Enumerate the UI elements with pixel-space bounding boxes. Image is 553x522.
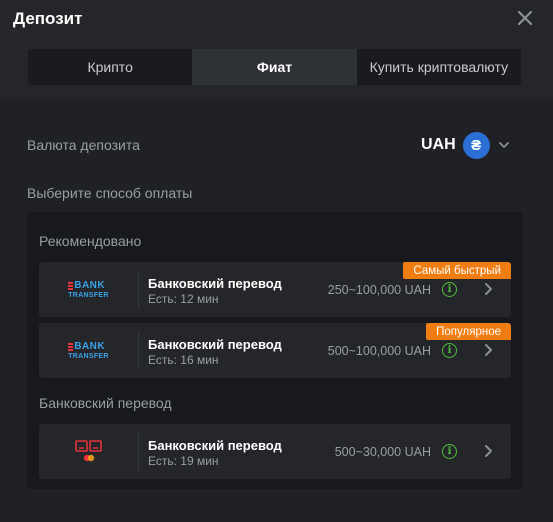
card-payment-icon <box>74 439 102 461</box>
payment-method-card[interactable]: BANK TRANSFER Банковский перевод Есть: 1… <box>39 323 511 378</box>
method-name: Банковский перевод <box>148 438 282 453</box>
payment-method-card[interactable]: Банковский перевод Есть: 19 мин 500~30,0… <box>39 424 511 479</box>
info-icon[interactable]: i <box>442 282 457 297</box>
card-payment-logo <box>39 432 139 471</box>
bank-transfer-logo: BANK TRANSFER <box>39 331 139 370</box>
method-eta: Есть: 12 мин <box>148 292 219 306</box>
payment-method-prompt: Выберите способ оплаты <box>27 185 193 201</box>
deposit-type-tabs: Крипто Фиат Купить криптовалюту <box>28 49 521 85</box>
method-range: 500~100,000 UAH <box>327 344 431 358</box>
method-name: Банковский перевод <box>148 276 282 291</box>
dialog-title: Депозит <box>13 9 83 28</box>
payment-method-card[interactable]: BANK TRANSFER Банковский перевод Есть: 1… <box>39 262 511 317</box>
badge-popular: Популярное <box>426 323 511 340</box>
method-eta: Есть: 16 мин <box>148 353 219 367</box>
chevron-right-icon <box>485 283 492 295</box>
hryvnia-coin-icon: ₴ <box>462 131 490 159</box>
bank-transfer-logo: BANK TRANSFER <box>39 270 139 309</box>
info-icon[interactable]: i <box>442 444 457 459</box>
method-eta: Есть: 19 мин <box>148 454 219 468</box>
method-range: 500~30,000 UAH <box>334 445 431 459</box>
badge-fastest: Самый быстрый <box>403 262 511 279</box>
chevron-right-icon <box>485 344 492 356</box>
chevron-down-icon <box>498 142 509 148</box>
tab-buy-crypto[interactable]: Купить криптовалюту <box>357 49 521 85</box>
currency-code: UAH <box>421 136 456 153</box>
deposit-currency-label: Валюта депозита <box>27 137 140 153</box>
dialog-header: Депозит Крипто Фиат Купить криптовалюту <box>0 0 553 100</box>
section-title-recommended: Рекомендовано <box>39 233 142 249</box>
method-range: 250~100,000 UAH <box>327 283 431 297</box>
payment-methods-panel: Рекомендовано BANK TRANSFER Банковский п… <box>27 212 523 489</box>
close-icon[interactable] <box>515 8 535 28</box>
section-title-bank-transfer: Банковский перевод <box>39 395 172 411</box>
method-name: Банковский перевод <box>148 337 282 352</box>
tab-crypto[interactable]: Крипто <box>28 49 192 85</box>
currency-selector[interactable]: UAH ₴ <box>421 131 511 159</box>
info-icon[interactable]: i <box>442 343 457 358</box>
chevron-right-icon <box>485 445 492 457</box>
tab-fiat[interactable]: Фиат <box>192 49 357 85</box>
